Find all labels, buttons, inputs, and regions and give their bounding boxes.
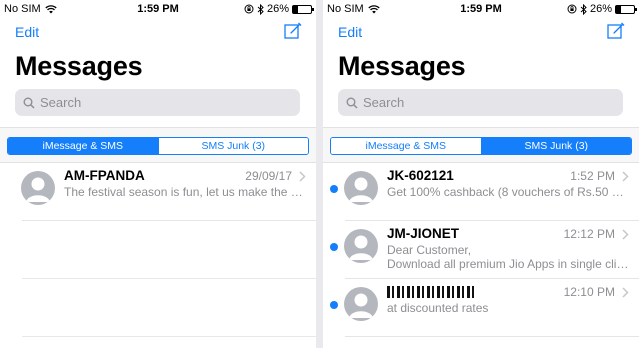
phone-screen-right: No SIM 1:59 PM 26% Edit Messages Search … bbox=[323, 0, 639, 348]
contact-avatar-icon bbox=[344, 287, 378, 321]
screen-divider bbox=[316, 0, 323, 348]
unread-dot bbox=[330, 301, 338, 309]
battery-percent: 26% bbox=[589, 3, 612, 15]
message-preview: at discounted rates bbox=[387, 301, 489, 315]
filter-band: iMessage & SMS SMS Junk (3) bbox=[0, 127, 316, 163]
chevron-right-icon bbox=[299, 171, 306, 182]
edit-button[interactable]: Edit bbox=[338, 24, 362, 40]
message-date: 29/09/17 bbox=[245, 169, 292, 183]
conversation-list: AM-FPANDA 29/09/17 The festival season i… bbox=[0, 163, 316, 337]
unread-dot bbox=[330, 243, 338, 251]
compose-icon[interactable] bbox=[284, 22, 302, 40]
chevron-right-icon bbox=[622, 229, 629, 240]
filter-segmented-control: iMessage & SMS SMS Junk (3) bbox=[330, 137, 632, 155]
empty-row bbox=[22, 221, 316, 279]
unread-dot bbox=[330, 185, 338, 193]
filter-segmented-control: iMessage & SMS SMS Junk (3) bbox=[7, 137, 309, 155]
phone-screen-left: No SIM 1:59 PM 26% Edit Messages Search … bbox=[0, 0, 316, 348]
sender-name-garbled bbox=[387, 284, 475, 299]
search-input[interactable]: Search bbox=[338, 89, 623, 116]
search-input[interactable]: Search bbox=[15, 89, 300, 116]
message-preview-line-2: Download all premium Jio Apps in single … bbox=[387, 257, 629, 271]
message-date: 1:52 PM bbox=[570, 169, 615, 183]
sender-name: AM-FPANDA bbox=[64, 168, 145, 183]
search-icon bbox=[346, 97, 358, 109]
battery-icon bbox=[292, 4, 314, 14]
conversation-row[interactable]: 12:10 PM at discounted rates bbox=[330, 279, 639, 337]
chevron-right-icon bbox=[622, 287, 629, 298]
page-title: Messages bbox=[338, 51, 466, 81]
message-preview: Get 100% cashback (8 vouchers of Rs.50 e… bbox=[387, 185, 629, 199]
chevron-right-icon bbox=[622, 171, 629, 182]
conversation-row[interactable]: AM-FPANDA 29/09/17 The festival season i… bbox=[21, 163, 316, 221]
lock-rotation-icon bbox=[244, 4, 254, 14]
battery-percent: 26% bbox=[266, 3, 289, 15]
message-date: 12:12 PM bbox=[563, 227, 615, 241]
search-icon bbox=[23, 97, 35, 109]
contact-avatar-icon bbox=[21, 171, 55, 205]
sender-name: JK-602121 bbox=[387, 168, 454, 183]
filter-band: iMessage & SMS SMS Junk (3) bbox=[323, 127, 639, 163]
status-bar: No SIM 1:59 PM 26% bbox=[323, 0, 639, 18]
tab-sms-junk[interactable]: SMS Junk (3) bbox=[480, 138, 631, 154]
edit-button[interactable]: Edit bbox=[15, 24, 39, 40]
search-placeholder: Search bbox=[363, 95, 405, 110]
message-preview: Dear Customer, bbox=[387, 243, 472, 257]
page-title: Messages bbox=[15, 51, 143, 81]
bluetooth-icon bbox=[580, 3, 587, 15]
conversation-row[interactable]: JM-JIONET 12:12 PM Dear Customer, Downlo… bbox=[330, 221, 639, 279]
message-date: 12:10 PM bbox=[563, 285, 615, 299]
search-placeholder: Search bbox=[40, 95, 82, 110]
contact-avatar-icon bbox=[344, 229, 378, 263]
garbled-sender-glyphs bbox=[387, 286, 475, 299]
status-bar: No SIM 1:59 PM 26% bbox=[0, 0, 316, 18]
message-preview: The festival season is fun, let us make … bbox=[64, 185, 306, 199]
contact-avatar-icon bbox=[344, 171, 378, 205]
tab-imessage-sms[interactable]: iMessage & SMS bbox=[8, 138, 158, 154]
compose-icon[interactable] bbox=[607, 22, 625, 40]
tab-sms-junk[interactable]: SMS Junk (3) bbox=[157, 138, 308, 154]
conversation-row[interactable]: JK-602121 1:52 PM Get 100% cashback (8 v… bbox=[330, 163, 639, 221]
lock-rotation-icon bbox=[567, 4, 577, 14]
conversation-list: JK-602121 1:52 PM Get 100% cashback (8 v… bbox=[323, 163, 639, 337]
battery-icon bbox=[615, 4, 637, 14]
empty-row bbox=[22, 279, 316, 337]
tab-imessage-sms[interactable]: iMessage & SMS bbox=[331, 138, 481, 154]
sender-name: JM-JIONET bbox=[387, 226, 460, 241]
bluetooth-icon bbox=[257, 3, 264, 15]
